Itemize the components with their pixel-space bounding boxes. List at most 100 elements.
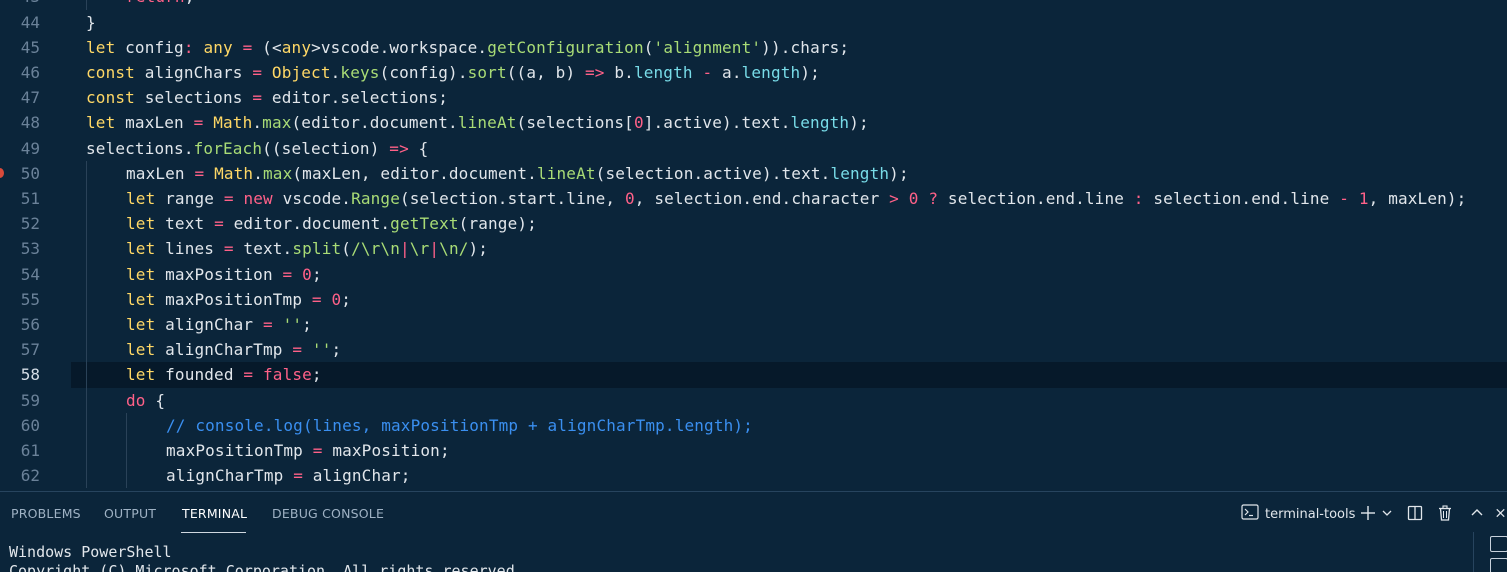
code-token: forEach [193,138,263,158]
code-token: alignCharTmp [166,466,294,486]
code-token: split [292,239,342,259]
split-terminal-icon[interactable] [1406,503,1424,523]
chevron-down-icon[interactable] [1380,503,1394,523]
code-line[interactable]: 51 let range = new vscode.Range(selection… [0,186,1507,212]
code-line[interactable]: 59 do { [0,387,1507,413]
code-line[interactable]: 54 let maxPosition = 0; [0,261,1507,287]
code-token: ); [800,63,820,82]
terminal-list-item[interactable] [1490,558,1507,572]
line-number: 43 [0,0,40,10]
code-line[interactable]: 45 let config: any = (<any>vscode.workspa… [0,35,1507,60]
code-token: 0 [633,113,644,133]
tab-terminal[interactable]: TERMINAL [182,506,247,521]
code-token: (maxLen, editor.document. [292,163,537,183]
line-number: 55 [20,289,40,309]
code-line[interactable]: 47 const selections = editor.selections; [0,85,1507,110]
tab-problems[interactable]: PROBLEMS [11,506,81,521]
code-token: alignChar; [302,466,411,486]
line-number: 56 [20,315,40,334]
chevron-up-icon[interactable] [1468,503,1486,523]
code-token: ( [341,239,352,259]
tab-output[interactable]: OUTPUT [104,506,156,521]
code-token: getText [390,214,459,234]
code-token: 0 [331,289,342,309]
code-token: \r [409,239,430,259]
code-token: 1 [1358,189,1369,208]
code-token: > [889,189,899,208]
line-number: 47 [20,88,40,108]
line-number: 51 [20,189,40,208]
code-line[interactable]: 44} [0,10,1507,35]
code-token: ((a, b) [506,63,586,82]
code-line[interactable]: 58 let founded = false; [21,362,1507,388]
code-token: text. [233,239,293,259]
close-icon[interactable] [1494,503,1507,523]
code-token: lineAt [536,163,596,183]
code-token: alignCharTmp [155,340,293,360]
code-token: = [243,365,254,385]
code-token: any [281,37,312,57]
code-text: return; [126,0,195,10]
code-line[interactable]: 61 maxPositionTmp = maxPosition; [0,438,1507,464]
code-token: maxLen [115,113,194,133]
code-line[interactable]: 48 let maxLen = Math.max(editor.document.… [0,110,1507,135]
code-token: = [292,340,303,360]
code-token: getConfiguration [487,37,644,57]
code-token: = [262,315,273,334]
code-line[interactable]: 46 const alignChars = Object.keys(config)… [0,60,1507,85]
code-line[interactable]: 57 let alignCharTmp = ''; [0,337,1507,363]
code-text: let founded = false; [126,362,322,387]
code-token: ); [889,163,909,183]
code-token: ); [849,113,869,133]
code-token: // console.log(lines, maxPositionTmp + a… [166,415,753,435]
line-number: 44 [20,12,40,32]
code-line[interactable]: 62 alignCharTmp = alignChar; [0,463,1507,489]
terminal-list[interactable] [1473,532,1507,572]
code-token: length [790,113,850,133]
code-editor[interactable]: 43 return;44}45let config: any = (<any>vs… [0,0,1507,491]
code-token: (selection.start.line, [399,189,625,208]
code-line[interactable]: 53 let lines = text.split(/\r\n|\r|\n/); [0,236,1507,262]
line-number: 48 [20,113,40,133]
terminal-name: terminal-tools [1265,506,1356,522]
code-line[interactable]: 49 selections.forEach((selection) => { [0,136,1507,161]
line-number: 49 [20,138,40,158]
code-text: const alignChars = Object.keys(config).s… [86,60,820,85]
code-token: length [741,63,801,82]
code-line[interactable]: 43 return; [0,0,1507,10]
line-number: 46 [20,63,40,82]
code-token: text [155,214,215,234]
code-line[interactable]: 50 maxLen = Math.max(maxLen, editor.docum… [0,160,1507,186]
code-token: let [126,214,156,234]
code-text: let alignChar = ''; [126,312,312,337]
code-token: = [223,239,234,259]
code-token: = [311,289,322,309]
code-line[interactable]: 52 let text = editor.document.getText(ran… [0,211,1507,237]
code-token: \n/ [439,239,469,259]
terminal-list-item[interactable] [1490,536,1507,552]
code-text: let text = editor.document.getText(range… [126,211,537,236]
plus-icon[interactable] [1359,503,1377,523]
code-token: maxPosition; [322,441,450,460]
code-line[interactable]: 56 let alignChar = ''; [0,312,1507,338]
code-token: let [126,239,156,259]
code-token: '' [282,315,303,334]
code-token: ; [331,340,342,360]
code-token: let [86,113,116,133]
code-token: a. [712,63,742,82]
code-token: ; [302,315,312,334]
terminal-selector[interactable]: terminal-tools [1241,504,1355,524]
indent-guide [86,438,87,464]
indent-guide [86,286,87,312]
code-line[interactable]: 55 let maxPositionTmp = 0; [0,286,1507,312]
code-line[interactable]: 60 // console.log(lines, maxPositionTmp +… [0,412,1507,438]
code-token: 0 [908,189,919,208]
trash-icon[interactable] [1436,503,1454,523]
tab-debug-console[interactable]: DEBUG CONSOLE [272,506,384,521]
